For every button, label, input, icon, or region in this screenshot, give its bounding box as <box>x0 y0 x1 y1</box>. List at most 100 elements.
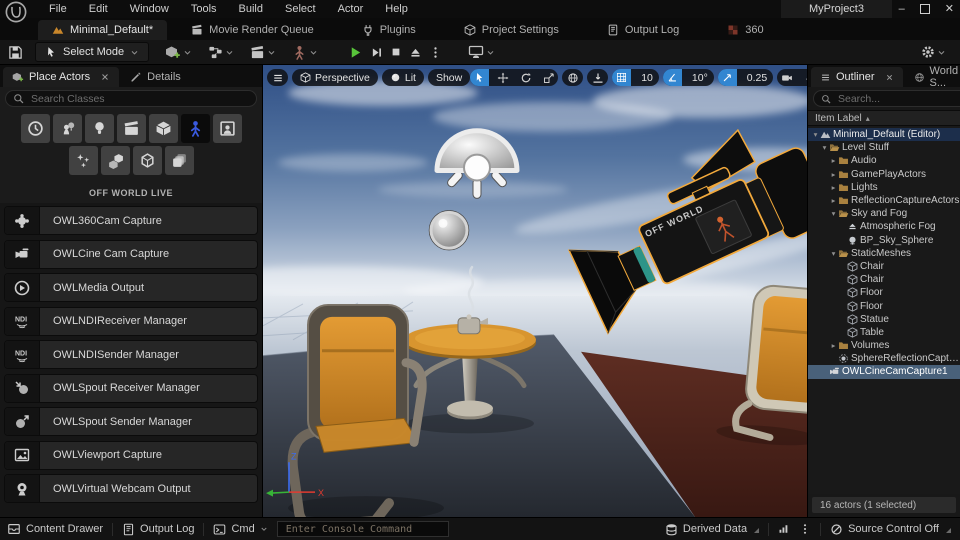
maximize-button[interactable] <box>920 4 930 14</box>
category-geometry[interactable] <box>101 146 130 175</box>
blueprints-button[interactable] <box>208 45 234 60</box>
close-button[interactable]: ✕ <box>945 4 954 15</box>
rotation-snap-value[interactable]: 10° <box>686 72 714 84</box>
menu-build[interactable]: Build <box>228 1 274 17</box>
camera-speed-icon[interactable] <box>777 69 796 86</box>
tab-360[interactable]: 360 <box>703 20 787 40</box>
add-actor-button[interactable] <box>165 44 192 60</box>
rotate-tool-button[interactable] <box>516 69 535 86</box>
outliner-row-sky-and-fog[interactable]: ▾Sky and Fog <box>808 207 960 220</box>
outliner-row-bp-sky-sphere[interactable]: BP_Sky_Sphere <box>808 234 960 247</box>
category-visual-effects[interactable] <box>213 114 242 143</box>
tab-output-log[interactable]: Output Log <box>583 20 703 40</box>
category-shapes[interactable] <box>149 114 178 143</box>
tab-plugins[interactable]: Plugins <box>338 20 440 40</box>
derived-data-button[interactable]: Derived Data <box>665 523 759 536</box>
surface-snapping-button[interactable] <box>587 69 608 86</box>
menu-edit[interactable]: Edit <box>78 1 119 17</box>
outliner-row-gameplayactors[interactable]: ▸GamePlayActors <box>808 168 960 181</box>
menu-select[interactable]: Select <box>274 1 327 17</box>
level-viewport[interactable]: OFF WORLD <box>263 65 807 517</box>
category-recently-placed[interactable] <box>21 114 50 143</box>
outliner-row-spherereflectioncapture[interactable]: SphereReflectionCapture <box>808 352 960 365</box>
content-drawer-button[interactable]: Content Drawer <box>7 522 103 536</box>
insights-button[interactable] <box>778 523 790 535</box>
expander-arrow-icon[interactable]: ▸ <box>829 183 838 192</box>
move-tool-button[interactable] <box>493 69 512 86</box>
outliner-search-input[interactable] <box>836 92 960 106</box>
scale-tool-button[interactable] <box>539 69 558 86</box>
outliner-row-lights[interactable]: ▸Lights <box>808 181 960 194</box>
menu-actor[interactable]: Actor <box>327 1 375 17</box>
sky-sphere-billboard[interactable] <box>430 211 469 250</box>
select-tool-button[interactable] <box>470 69 489 86</box>
outliner-row-floor[interactable]: Floor <box>808 299 960 312</box>
expander-arrow-icon[interactable]: ▾ <box>820 143 829 152</box>
search-classes-field[interactable] <box>5 90 257 107</box>
editor-settings-button[interactable] <box>921 45 946 59</box>
expander-arrow-icon[interactable]: ▸ <box>829 341 838 350</box>
outliner-row-minimal-default-editor-[interactable]: ▾Minimal_Default (Editor) <box>808 128 960 141</box>
category-all-classes[interactable] <box>165 146 194 175</box>
viewport-options-button[interactable] <box>267 69 288 86</box>
perspective-button[interactable]: Perspective <box>292 69 378 86</box>
category-cinematic[interactable] <box>117 114 146 143</box>
place-actor-item[interactable]: NDIOWLNDIReceiver Manager <box>4 307 258 336</box>
menu-help[interactable]: Help <box>374 1 419 17</box>
play-options-kebab-icon[interactable] <box>429 46 442 59</box>
outliner-row-owlcinecamcapture1[interactable]: OWLCineCamCapture1 <box>808 365 960 378</box>
tab-details[interactable]: Details <box>121 67 190 87</box>
select-mode-dropdown[interactable]: Select Mode <box>35 42 149 62</box>
menu-file[interactable]: File <box>38 1 78 17</box>
place-actor-item[interactable]: OWLCine Cam Capture <box>4 240 258 269</box>
expander-arrow-icon[interactable]: ▾ <box>829 249 838 258</box>
stop-button[interactable] <box>390 46 402 58</box>
search-classes-input[interactable] <box>29 92 249 106</box>
place-actor-item[interactable]: OWLViewport Capture <box>4 441 258 470</box>
category-volumes[interactable] <box>133 146 162 175</box>
outliner-row-statue[interactable]: Statue <box>808 313 960 326</box>
console-command-field[interactable] <box>277 521 449 537</box>
outliner-row-staticmeshes[interactable]: ▾StaticMeshes <box>808 247 960 260</box>
outliner-row-chair[interactable]: Chair <box>808 273 960 286</box>
lit-mode-button[interactable]: Lit <box>382 69 424 86</box>
frame-skip-button[interactable] <box>370 46 383 59</box>
menu-window[interactable]: Window <box>119 1 180 17</box>
outliner-row-audio[interactable]: ▸Audio <box>808 154 960 167</box>
tab-movie-render-queue[interactable]: Movie Render Queue <box>167 20 338 40</box>
outliner-search-field[interactable] <box>813 90 960 107</box>
play-button[interactable] <box>348 45 363 60</box>
show-button[interactable]: Show <box>428 69 470 86</box>
place-actor-item[interactable]: NDIOWLNDISender Manager <box>4 340 258 369</box>
scale-snap-value[interactable]: 0.25 <box>741 72 773 84</box>
outliner-row-level-stuff[interactable]: ▾Level Stuff <box>808 141 960 154</box>
expander-arrow-icon[interactable]: ▾ <box>811 130 820 139</box>
tab-world-settings[interactable]: World S... <box>905 67 960 87</box>
expander-arrow-icon[interactable]: ▸ <box>829 196 838 205</box>
category-fx[interactable] <box>69 146 98 175</box>
outliner-column-header[interactable]: Item Label ▴ <box>808 110 960 126</box>
outliner-row-atmospheric-fog[interactable]: Atmospheric Fog <box>808 220 960 233</box>
outliner-row-floor[interactable]: Floor <box>808 286 960 299</box>
world-local-toggle[interactable] <box>562 69 583 86</box>
platforms-button[interactable] <box>468 44 495 60</box>
close-icon[interactable] <box>100 72 110 82</box>
place-actor-item[interactable]: OWLSpout Sender Manager <box>4 407 258 436</box>
status-kebab-icon[interactable] <box>799 523 811 535</box>
play-character-button[interactable] <box>292 45 318 60</box>
tab-place-actors[interactable]: Place Actors <box>3 67 119 87</box>
expander-arrow-icon[interactable]: ▸ <box>829 156 838 165</box>
outliner-row-chair[interactable]: Chair <box>808 260 960 273</box>
outliner-row-volumes[interactable]: ▸Volumes <box>808 339 960 352</box>
outliner-row-reflectioncaptureactors[interactable]: ▸ReflectionCaptureActors <box>808 194 960 207</box>
place-actor-item[interactable]: OWLVirtual Webcam Output <box>4 474 258 503</box>
close-icon[interactable] <box>885 73 894 82</box>
minimize-button[interactable]: – <box>899 4 905 15</box>
grid-snap-value[interactable]: 10 <box>635 72 659 84</box>
expander-arrow-icon[interactable]: ▾ <box>829 209 838 218</box>
tab-minimal-default-[interactable]: Minimal_Default* <box>38 20 167 40</box>
console-command-input[interactable] <box>284 523 442 536</box>
menu-tools[interactable]: Tools <box>180 1 228 17</box>
expander-arrow-icon[interactable]: ▸ <box>829 170 838 179</box>
tab-outliner[interactable]: Outliner <box>811 67 903 87</box>
